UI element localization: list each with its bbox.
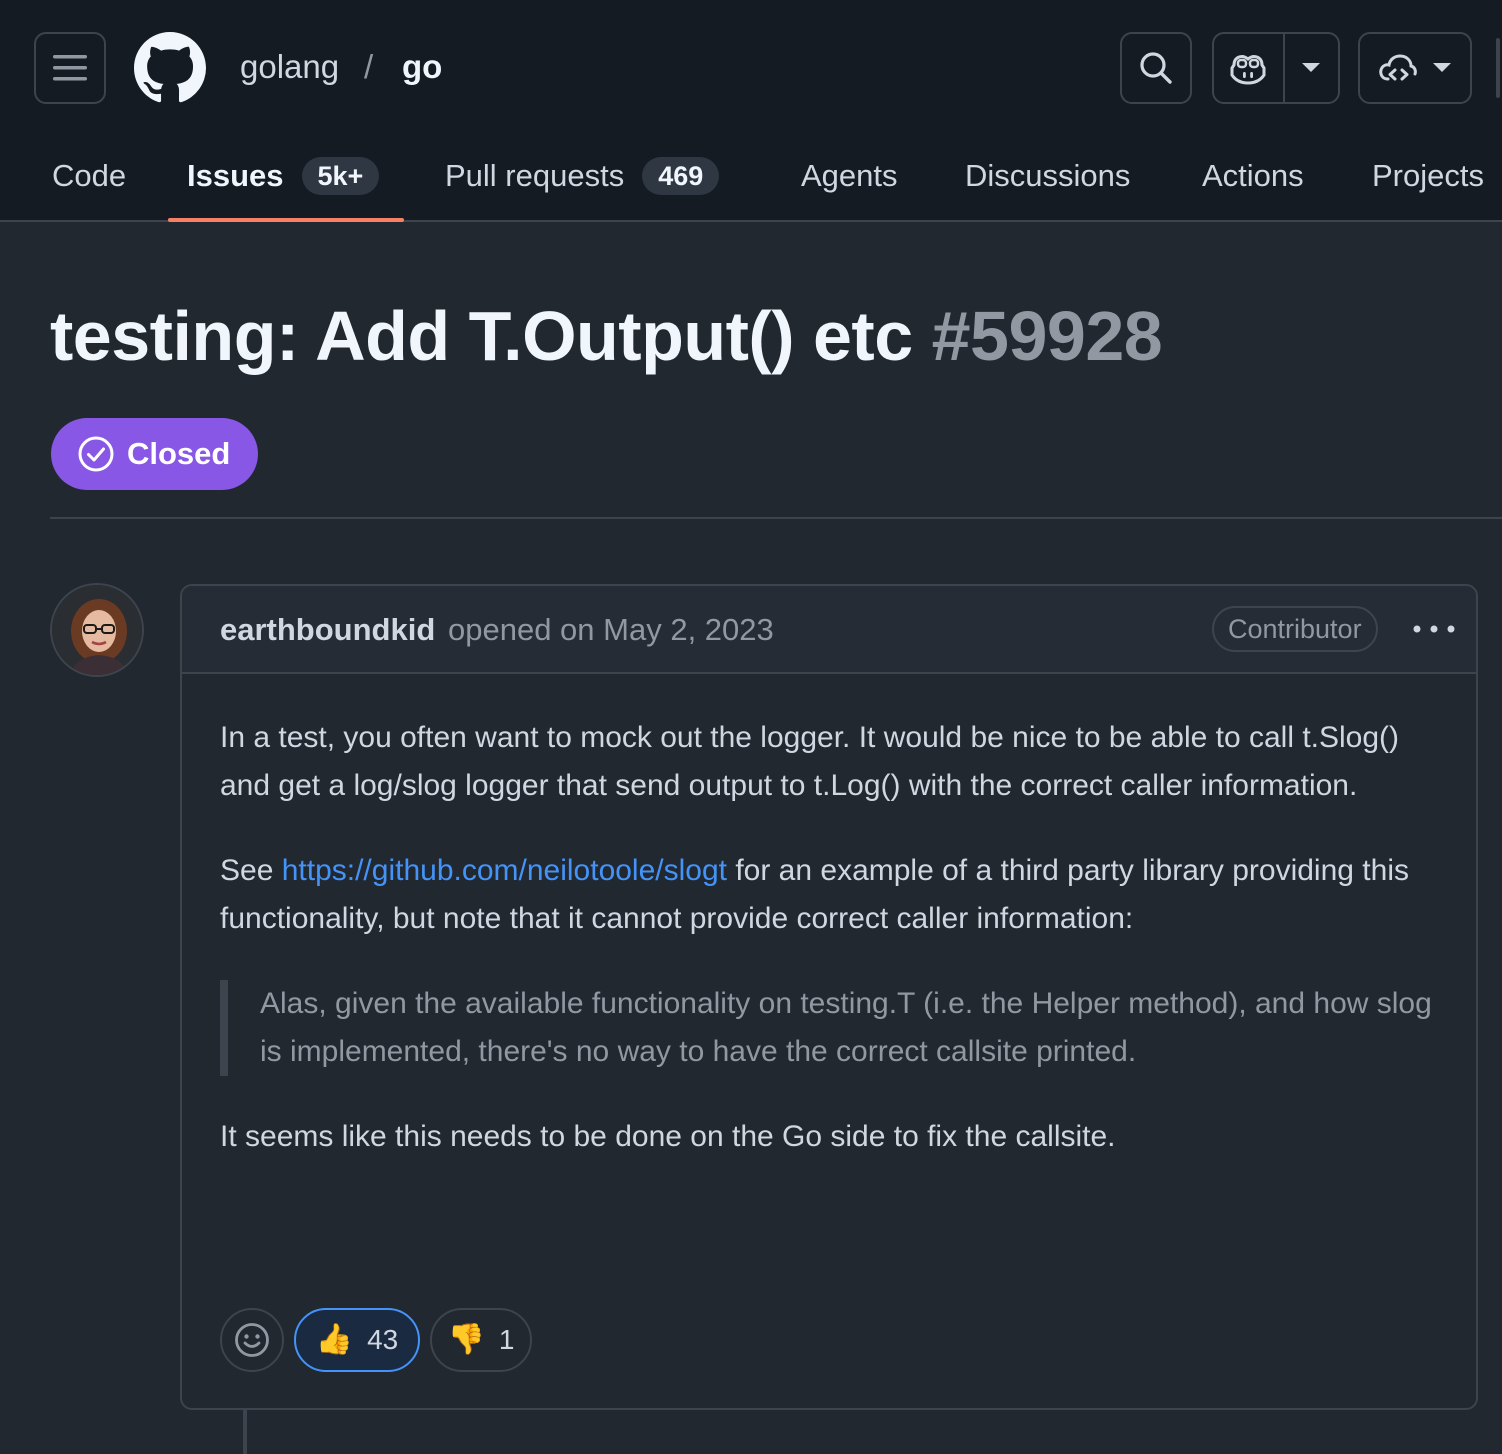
comment-header: earthboundkid opened on May 2, 2023 Cont… bbox=[182, 586, 1476, 674]
comment-meta[interactable]: opened on May 2, 2023 bbox=[448, 612, 774, 648]
copilot-button[interactable] bbox=[1214, 34, 1285, 102]
pull-requests-count-badge: 469 bbox=[642, 157, 720, 195]
header-divider bbox=[50, 517, 1502, 519]
tab-label: Actions bbox=[1202, 158, 1304, 193]
breadcrumb-repo[interactable]: go bbox=[402, 48, 442, 86]
tab-discussions[interactable]: Discussions bbox=[965, 130, 1130, 222]
thumbs-up-icon: 👍 bbox=[315, 1323, 354, 1356]
tab-label: Issues bbox=[187, 158, 284, 193]
comment-paragraph: It seems like this needs to be done on t… bbox=[220, 1120, 1116, 1153]
copilot-button-group[interactable] bbox=[1212, 32, 1340, 104]
comment-paragraph: In a test, you often want to mock out th… bbox=[220, 721, 1400, 802]
comment-author[interactable]: earthboundkid bbox=[220, 612, 435, 648]
caret-down-icon bbox=[1302, 63, 1321, 72]
check-circle-icon bbox=[78, 436, 114, 472]
reaction-count: 1 bbox=[498, 1324, 515, 1355]
github-logo-icon[interactable] bbox=[134, 32, 206, 104]
comment-body: In a test, you often want to mock out th… bbox=[220, 714, 1450, 1198]
tab-label: Pull requests bbox=[445, 158, 625, 193]
author-role-badge: Contributor bbox=[1212, 606, 1378, 652]
reactions-bar: 👍 43 👎 1 bbox=[220, 1308, 532, 1374]
smiley-icon bbox=[235, 1323, 269, 1357]
caret-down-icon bbox=[1433, 63, 1451, 72]
active-tab-indicator bbox=[168, 218, 404, 222]
add-reaction-button[interactable] bbox=[220, 1308, 284, 1372]
issue-title: testing: Add T.Output() etc #59928 bbox=[50, 296, 1163, 376]
scroll-edge bbox=[1496, 38, 1500, 98]
timeline-connector bbox=[243, 1408, 247, 1454]
tab-label: Discussions bbox=[965, 158, 1131, 193]
tab-label: Projects bbox=[1372, 158, 1484, 193]
tab-issues[interactable]: Issues 5k+ bbox=[187, 130, 380, 222]
tab-agents[interactable]: Agents bbox=[801, 130, 898, 222]
reaction-thumbs-down[interactable]: 👎 1 bbox=[430, 1308, 532, 1372]
search-button[interactable] bbox=[1120, 32, 1192, 104]
breadcrumb-separator: / bbox=[364, 48, 374, 85]
menu-button[interactable] bbox=[34, 32, 106, 104]
thumbs-down-icon: 👎 bbox=[447, 1323, 485, 1356]
codespaces-button[interactable] bbox=[1358, 32, 1472, 104]
cloud-code-icon bbox=[1379, 54, 1417, 81]
comment-paragraph: See https://github.com/neilotoole/slogt … bbox=[220, 847, 1450, 943]
tab-pull-requests[interactable]: Pull requests 469 bbox=[445, 130, 720, 222]
issue-title-text: testing: Add T.Output() etc bbox=[50, 297, 913, 375]
copilot-dropdown-button[interactable] bbox=[1285, 34, 1338, 102]
issue-state-badge: Closed bbox=[51, 418, 258, 490]
tab-label: Code bbox=[52, 158, 127, 193]
tab-code[interactable]: Code bbox=[52, 130, 126, 222]
author-avatar[interactable] bbox=[50, 583, 144, 677]
paragraph-text: See bbox=[220, 854, 282, 887]
reaction-thumbs-up[interactable]: 👍 43 bbox=[294, 1308, 420, 1372]
tab-label: Agents bbox=[801, 158, 898, 193]
hamburger-icon bbox=[53, 55, 87, 81]
tab-projects[interactable]: Projects bbox=[1372, 130, 1484, 222]
issues-count-badge: 5k+ bbox=[301, 157, 380, 195]
copilot-icon bbox=[1230, 55, 1266, 85]
tab-actions[interactable]: Actions bbox=[1202, 130, 1304, 222]
repo-tabs: Code Issues 5k+ Pull requests 469 Agents… bbox=[0, 130, 1502, 222]
issue-number: #59928 bbox=[931, 297, 1163, 375]
breadcrumb-owner[interactable]: golang bbox=[240, 48, 339, 86]
reaction-count: 43 bbox=[367, 1324, 399, 1355]
issue-comment: earthboundkid opened on May 2, 2023 Cont… bbox=[180, 584, 1478, 1410]
avatar-portrait-icon bbox=[52, 585, 142, 675]
slogt-link[interactable]: https://github.com/neilotoole/slogt bbox=[282, 854, 727, 887]
blockquote: Alas, given the available functionality … bbox=[220, 980, 1450, 1076]
search-icon bbox=[1140, 52, 1172, 84]
kebab-menu-icon[interactable] bbox=[1412, 622, 1456, 636]
issue-state-label: Closed bbox=[127, 436, 231, 471]
app-header: golang / go Code Issues 5k+ Pull request… bbox=[0, 0, 1502, 222]
